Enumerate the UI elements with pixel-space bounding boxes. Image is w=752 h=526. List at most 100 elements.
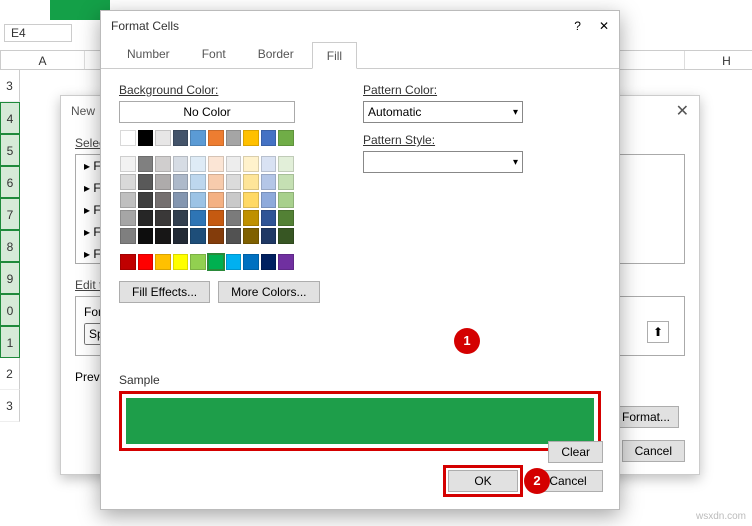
pattern-color-select[interactable]: Automatic▾ [363, 101, 523, 123]
color-swatch[interactable] [226, 174, 242, 190]
color-swatch[interactable] [261, 210, 277, 226]
name-box[interactable]: E4 [4, 24, 72, 42]
color-swatch[interactable] [278, 192, 294, 208]
close-icon[interactable]: ✕ [599, 19, 609, 33]
color-swatch[interactable] [208, 130, 224, 146]
row-header[interactable]: 6 [0, 166, 20, 198]
color-swatch[interactable] [261, 156, 277, 172]
color-swatch[interactable] [138, 210, 154, 226]
clear-button[interactable]: Clear [548, 441, 603, 463]
color-swatch[interactable] [190, 192, 206, 208]
color-swatch[interactable] [278, 254, 294, 270]
color-swatch[interactable] [155, 192, 171, 208]
color-swatch[interactable] [173, 174, 189, 190]
color-swatch[interactable] [138, 254, 154, 270]
color-swatch[interactable] [278, 130, 294, 146]
row-header[interactable]: 7 [0, 198, 20, 230]
color-swatch[interactable] [226, 192, 242, 208]
color-swatch[interactable] [138, 174, 154, 190]
col-header-a[interactable]: A [1, 51, 85, 69]
color-swatch[interactable] [261, 192, 277, 208]
color-swatch[interactable] [243, 192, 259, 208]
color-swatch[interactable] [120, 192, 136, 208]
color-swatch[interactable] [155, 228, 171, 244]
color-swatch[interactable] [278, 156, 294, 172]
color-swatch[interactable] [138, 156, 154, 172]
color-swatch[interactable] [278, 210, 294, 226]
color-swatch[interactable] [226, 156, 242, 172]
fill-effects-button[interactable]: Fill Effects... [119, 281, 210, 303]
color-swatch[interactable] [173, 156, 189, 172]
color-swatch[interactable] [208, 228, 224, 244]
color-swatch[interactable] [208, 174, 224, 190]
no-color-button[interactable]: No Color [119, 101, 295, 123]
color-swatch[interactable] [226, 254, 242, 270]
color-swatch[interactable] [226, 210, 242, 226]
color-swatch[interactable] [190, 210, 206, 226]
color-swatch[interactable] [155, 254, 171, 270]
color-swatch[interactable] [278, 228, 294, 244]
help-icon[interactable]: ? [574, 19, 581, 33]
color-swatch[interactable] [173, 254, 189, 270]
color-swatch[interactable] [120, 228, 136, 244]
color-swatch[interactable] [261, 174, 277, 190]
row-header[interactable]: 1 [0, 326, 20, 358]
color-swatch[interactable] [208, 192, 224, 208]
color-swatch[interactable] [190, 254, 206, 270]
row-header[interactable]: 3 [0, 390, 20, 422]
color-swatch[interactable] [138, 130, 154, 146]
color-swatch[interactable] [120, 156, 136, 172]
col-header-h[interactable]: H [685, 51, 752, 69]
color-swatch[interactable] [190, 130, 206, 146]
tab-number[interactable]: Number [113, 41, 184, 68]
color-swatch[interactable] [120, 174, 136, 190]
row-header[interactable]: 0 [0, 294, 20, 326]
color-swatch[interactable] [243, 130, 259, 146]
row-header[interactable]: 4 [0, 102, 20, 134]
color-swatch[interactable] [190, 156, 206, 172]
color-swatch[interactable] [208, 254, 224, 270]
color-swatch[interactable] [120, 254, 136, 270]
color-swatch[interactable] [173, 130, 189, 146]
close-icon[interactable]: ✕ [676, 101, 689, 121]
color-swatch[interactable] [120, 210, 136, 226]
row-header[interactable]: 5 [0, 134, 20, 166]
more-colors-button[interactable]: More Colors... [218, 281, 319, 303]
ok-button[interactable]: OK [448, 470, 518, 492]
color-swatch[interactable] [243, 254, 259, 270]
pattern-style-select[interactable]: ▾ [363, 151, 523, 173]
color-swatch[interactable] [155, 210, 171, 226]
color-swatch[interactable] [173, 210, 189, 226]
cancel-button[interactable]: Cancel [622, 440, 685, 462]
color-swatch[interactable] [243, 228, 259, 244]
collapse-icon[interactable]: ⬆ [647, 321, 669, 343]
color-swatch[interactable] [155, 174, 171, 190]
color-swatch[interactable] [261, 130, 277, 146]
color-swatch[interactable] [208, 156, 224, 172]
color-swatch[interactable] [261, 228, 277, 244]
color-swatch[interactable] [190, 228, 206, 244]
tab-border[interactable]: Border [244, 41, 308, 68]
color-swatch[interactable] [173, 228, 189, 244]
color-swatch[interactable] [243, 174, 259, 190]
color-swatch[interactable] [208, 210, 224, 226]
row-header[interactable]: 9 [0, 262, 20, 294]
row-header[interactable]: 8 [0, 230, 20, 262]
color-swatch[interactable] [226, 228, 242, 244]
color-swatch[interactable] [243, 156, 259, 172]
color-swatch[interactable] [190, 174, 206, 190]
color-swatch[interactable] [155, 156, 171, 172]
tab-font[interactable]: Font [188, 41, 240, 68]
color-swatch[interactable] [243, 210, 259, 226]
color-swatch[interactable] [226, 130, 242, 146]
tab-fill[interactable]: Fill [312, 42, 357, 69]
color-swatch[interactable] [155, 130, 171, 146]
color-swatch[interactable] [278, 174, 294, 190]
row-header[interactable]: 2 [0, 358, 20, 390]
color-swatch[interactable] [261, 254, 277, 270]
color-swatch[interactable] [173, 192, 189, 208]
color-swatch[interactable] [120, 130, 136, 146]
color-swatch[interactable] [138, 192, 154, 208]
row-header[interactable]: 3 [0, 70, 20, 102]
color-swatch[interactable] [138, 228, 154, 244]
